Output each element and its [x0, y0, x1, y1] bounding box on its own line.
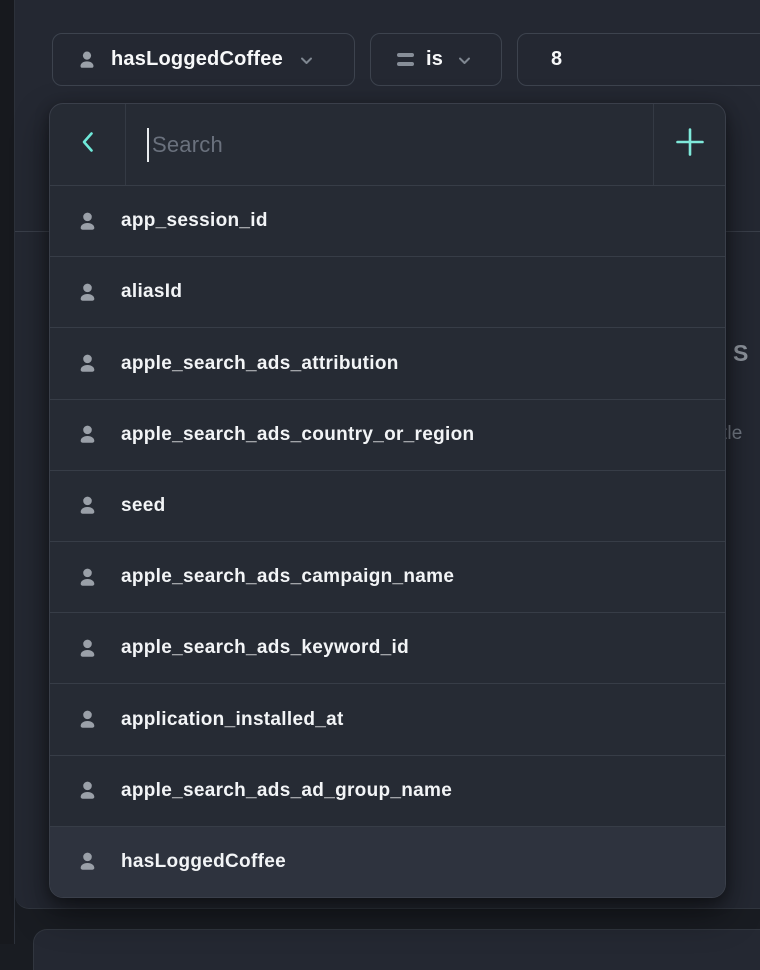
dropdown-header: Search	[50, 104, 725, 186]
list-item-label: apple_search_ads_ad_group_name	[121, 780, 452, 802]
background-card-bottom	[33, 929, 760, 970]
add-property-button[interactable]	[653, 104, 725, 185]
user-icon	[77, 424, 98, 445]
list-item[interactable]: aliasId	[50, 256, 725, 327]
user-icon	[77, 211, 98, 232]
list-item[interactable]: apple_search_ads_campaign_name	[50, 541, 725, 612]
text-caret	[147, 128, 149, 162]
user-icon	[77, 780, 98, 801]
list-item[interactable]: apple_search_ads_country_or_region	[50, 399, 725, 470]
user-icon	[77, 851, 98, 872]
chevron-down-icon	[457, 53, 472, 68]
search-input[interactable]: Search	[126, 104, 653, 185]
back-button[interactable]	[50, 104, 126, 185]
list-item[interactable]: apple_search_ads_ad_group_name	[50, 755, 725, 826]
equals-icon	[397, 53, 414, 66]
value-chip-value: 8	[551, 48, 562, 71]
operator-filter-chip[interactable]: is	[370, 33, 502, 86]
list-item-label: hasLoggedCoffee	[121, 851, 286, 873]
property-dropdown-panel: Search app_session_id aliasId apple_sear…	[49, 103, 726, 898]
list-item-label: seed	[121, 495, 166, 517]
user-icon	[77, 709, 98, 730]
list-item-selected[interactable]: hasLoggedCoffee	[50, 826, 725, 897]
operator-chip-label: is	[426, 48, 443, 71]
property-filter-chip[interactable]: hasLoggedCoffee	[52, 33, 355, 86]
user-icon	[77, 567, 98, 588]
list-item-label: app_session_id	[121, 210, 268, 232]
user-icon	[77, 282, 98, 303]
list-item-label: apple_search_ads_attribution	[121, 353, 399, 375]
user-icon	[77, 495, 98, 516]
list-item-label: application_installed_at	[121, 709, 344, 731]
user-icon	[77, 638, 98, 659]
list-item[interactable]: app_session_id	[50, 186, 725, 256]
value-filter-chip[interactable]: 8	[517, 33, 760, 86]
chevron-down-icon	[299, 53, 314, 68]
plus-icon	[675, 127, 705, 162]
list-item-label: apple_search_ads_keyword_id	[121, 637, 409, 659]
list-item-label: aliasId	[121, 281, 182, 303]
left-rail	[0, 0, 15, 944]
list-item-label: apple_search_ads_campaign_name	[121, 566, 454, 588]
property-list: app_session_id aliasId apple_search_ads_…	[50, 186, 725, 897]
user-icon	[77, 353, 98, 374]
list-item[interactable]: apple_search_ads_attribution	[50, 327, 725, 398]
list-item-label: apple_search_ads_country_or_region	[121, 424, 474, 446]
search-placeholder: Search	[152, 132, 223, 158]
user-icon	[77, 50, 97, 70]
property-chip-label: hasLoggedCoffee	[111, 48, 283, 71]
chevron-left-icon	[78, 130, 98, 159]
list-item[interactable]: seed	[50, 470, 725, 541]
list-item[interactable]: apple_search_ads_keyword_id	[50, 612, 725, 683]
list-item[interactable]: application_installed_at	[50, 683, 725, 754]
